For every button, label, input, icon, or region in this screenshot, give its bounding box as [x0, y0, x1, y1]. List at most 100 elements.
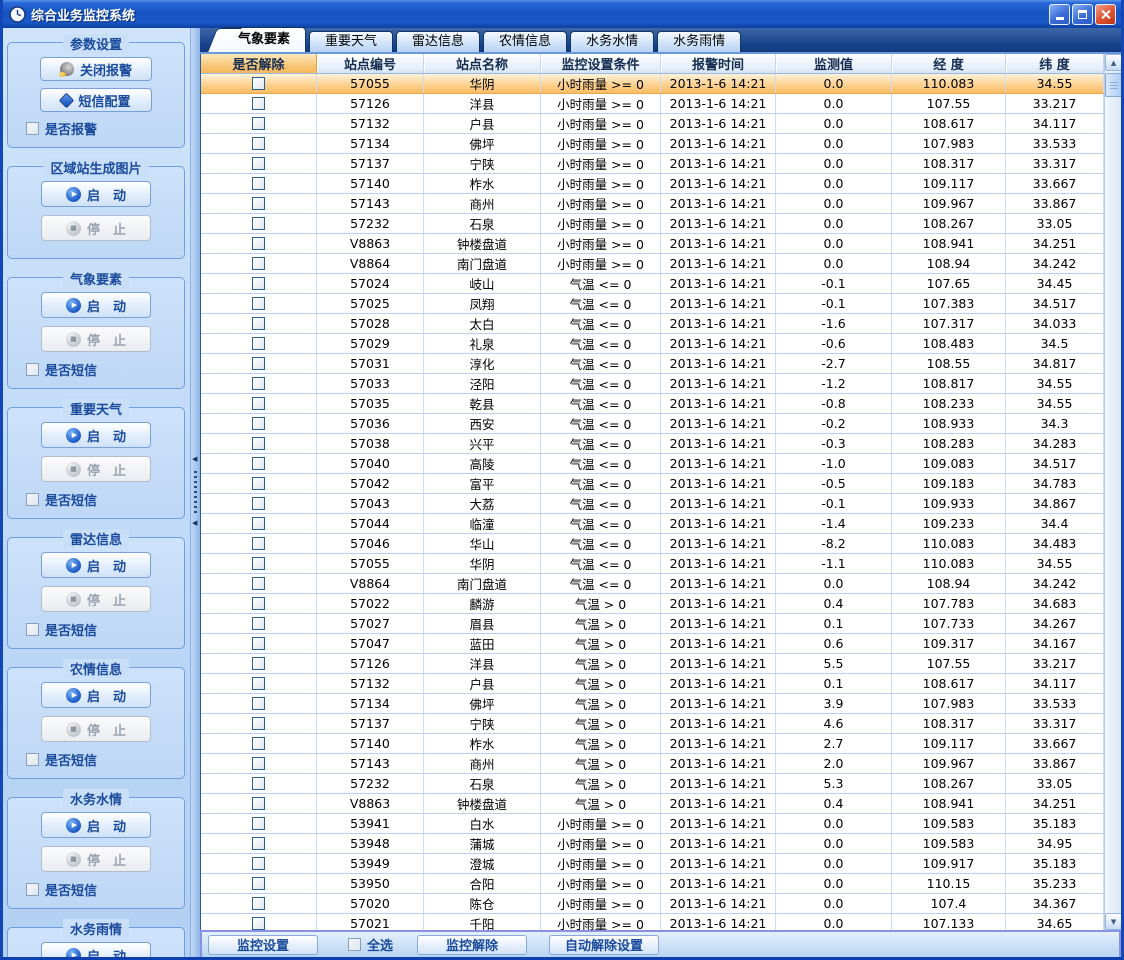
column-header[interactable]: 站点名称 — [424, 54, 541, 73]
table-row[interactable]: 57024岐山气温 <= 02013-1-6 14:21-0.1107.6534… — [201, 274, 1104, 294]
release-checkbox[interactable] — [252, 797, 265, 810]
checkbox[interactable] — [26, 883, 39, 896]
table-row[interactable]: 57025凤翔气温 <= 02013-1-6 14:21-0.1107.3833… — [201, 294, 1104, 314]
column-header[interactable]: 是否解除 — [201, 54, 317, 73]
release-checkbox[interactable] — [252, 677, 265, 690]
table-row[interactable]: 53950合阳小时雨量 >= 02013-1-6 14:210.0110.153… — [201, 874, 1104, 894]
release-checkbox[interactable] — [252, 857, 265, 870]
table-row[interactable]: 57027眉县气温 > 02013-1-6 14:210.1107.73334.… — [201, 614, 1104, 634]
table-row[interactable]: 57033泾阳气温 <= 02013-1-6 14:21-1.2108.8173… — [201, 374, 1104, 394]
tab-重要天气[interactable]: 重要天气 — [309, 31, 393, 52]
table-row[interactable]: V8863钟楼盘道小时雨量 >= 02013-1-6 14:210.0108.9… — [201, 234, 1104, 254]
table-row[interactable]: V8864南门盘道气温 <= 02013-1-6 14:210.0108.943… — [201, 574, 1104, 594]
release-checkbox[interactable] — [252, 817, 265, 830]
table-row[interactable]: 57137宁陕小时雨量 >= 02013-1-6 14:210.0108.317… — [201, 154, 1104, 174]
release-checkbox[interactable] — [252, 737, 265, 750]
release-checkbox[interactable] — [252, 277, 265, 290]
select-all-control[interactable]: 全选 — [348, 935, 393, 954]
table-row[interactable]: 57143商州小时雨量 >= 02013-1-6 14:210.0109.967… — [201, 194, 1104, 214]
start-button[interactable]: ▶启 动 — [41, 942, 151, 957]
monitor-set-button[interactable]: 监控设置 — [208, 935, 318, 955]
table-row[interactable]: 57143商州气温 > 02013-1-6 14:212.0109.96733.… — [201, 754, 1104, 774]
stop-button[interactable]: ■停 止 — [41, 846, 151, 872]
table-row[interactable]: 57046华山气温 <= 02013-1-6 14:21-8.2110.0833… — [201, 534, 1104, 554]
release-checkbox[interactable] — [252, 877, 265, 890]
release-checkbox[interactable] — [252, 197, 265, 210]
scroll-thumb[interactable] — [1105, 73, 1122, 97]
table-row[interactable]: 57232石泉小时雨量 >= 02013-1-6 14:210.0108.267… — [201, 214, 1104, 234]
sidebar-splitter[interactable]: ◀ ◀ — [191, 28, 200, 957]
table-row[interactable]: V8864南门盘道小时雨量 >= 02013-1-6 14:210.0108.9… — [201, 254, 1104, 274]
table-row[interactable]: 57126洋县小时雨量 >= 02013-1-6 14:210.0107.553… — [201, 94, 1104, 114]
table-row[interactable]: 57035乾县气温 <= 02013-1-6 14:21-0.8108.2333… — [201, 394, 1104, 414]
release-checkbox[interactable] — [252, 177, 265, 190]
table-row[interactable]: 57137宁陕气温 > 02013-1-6 14:214.6108.31733.… — [201, 714, 1104, 734]
release-checkbox[interactable] — [252, 537, 265, 550]
table-row[interactable]: 57031淳化气温 <= 02013-1-6 14:21-2.7108.5534… — [201, 354, 1104, 374]
release-checkbox[interactable] — [252, 717, 265, 730]
start-button[interactable]: ▶启 动 — [41, 812, 151, 838]
release-checkbox[interactable] — [252, 477, 265, 490]
column-header[interactable]: 经 度 — [892, 54, 1006, 73]
checkbox[interactable] — [26, 753, 39, 766]
release-checkbox[interactable] — [252, 337, 265, 350]
column-header[interactable]: 监控设置条件 — [541, 54, 661, 73]
vertical-scrollbar[interactable]: ▲ ▼ — [1104, 54, 1121, 930]
release-checkbox[interactable] — [252, 657, 265, 670]
checkbox[interactable] — [26, 623, 39, 636]
tab-气象要素[interactable]: 气象要素 — [222, 27, 306, 52]
table-row[interactable]: 57047蓝田气温 > 02013-1-6 14:210.6109.31734.… — [201, 634, 1104, 654]
release-checkbox[interactable] — [252, 897, 265, 910]
release-checkbox[interactable] — [252, 577, 265, 590]
release-checkbox[interactable] — [252, 417, 265, 430]
release-checkbox[interactable] — [252, 757, 265, 770]
release-checkbox[interactable] — [252, 357, 265, 370]
auto-release-button[interactable]: 自动解除设置 — [549, 935, 659, 955]
monitor-release-button[interactable]: 监控解除 — [417, 935, 527, 955]
table-row[interactable]: 57042富平气温 <= 02013-1-6 14:21-0.5109.1833… — [201, 474, 1104, 494]
release-checkbox[interactable] — [252, 777, 265, 790]
table-row[interactable]: 57134佛坪气温 > 02013-1-6 14:213.9107.98333.… — [201, 694, 1104, 714]
release-checkbox[interactable] — [252, 217, 265, 230]
column-header[interactable]: 纬 度 — [1006, 54, 1104, 73]
release-checkbox[interactable] — [252, 297, 265, 310]
table-row[interactable]: 57028太白气温 <= 02013-1-6 14:21-1.6107.3173… — [201, 314, 1104, 334]
release-checkbox[interactable] — [252, 637, 265, 650]
release-checkbox[interactable] — [252, 697, 265, 710]
table-row[interactable]: 57055华阴小时雨量 >= 02013-1-6 14:210.0110.083… — [201, 74, 1104, 94]
release-checkbox[interactable] — [252, 837, 265, 850]
table-row[interactable]: 57126洋县气温 > 02013-1-6 14:215.5107.5533.2… — [201, 654, 1104, 674]
release-checkbox[interactable] — [252, 157, 265, 170]
table-row[interactable]: 57040高陵气温 <= 02013-1-6 14:21-1.0109.0833… — [201, 454, 1104, 474]
tab-水务水情[interactable]: 水务水情 — [570, 31, 654, 52]
table-row[interactable]: 57020陈仓小时雨量 >= 02013-1-6 14:210.0107.434… — [201, 894, 1104, 914]
release-checkbox[interactable] — [252, 557, 265, 570]
column-header[interactable]: 报警时间 — [661, 54, 776, 73]
stop-button[interactable]: ■停 止 — [41, 716, 151, 742]
table-row[interactable]: 57038兴平气温 <= 02013-1-6 14:21-0.3108.2833… — [201, 434, 1104, 454]
button-关闭报警[interactable]: 关闭报警 — [40, 57, 152, 81]
start-button[interactable]: ▶启 动 — [41, 682, 151, 708]
release-checkbox[interactable] — [252, 597, 265, 610]
checkbox[interactable] — [26, 493, 39, 506]
splitter-handle[interactable] — [194, 471, 197, 513]
table-row[interactable]: 57134佛坪小时雨量 >= 02013-1-6 14:210.0107.983… — [201, 134, 1104, 154]
stop-button[interactable]: ■停 止 — [41, 326, 151, 352]
table-row[interactable]: 57043大荔气温 <= 02013-1-6 14:21-0.1109.9333… — [201, 494, 1104, 514]
start-button[interactable]: ▶启 动 — [41, 552, 151, 578]
table-row[interactable]: 57140柞水气温 > 02013-1-6 14:212.7109.11733.… — [201, 734, 1104, 754]
select-all-checkbox[interactable] — [348, 938, 361, 951]
table-row[interactable]: 57132户县小时雨量 >= 02013-1-6 14:210.0108.617… — [201, 114, 1104, 134]
table-row[interactable]: 57021千阳小时雨量 >= 02013-1-6 14:210.0107.133… — [201, 914, 1104, 930]
table-row[interactable]: 57036西安气温 <= 02013-1-6 14:21-0.2108.9333… — [201, 414, 1104, 434]
scroll-down-button[interactable]: ▼ — [1105, 913, 1122, 930]
tab-水务雨情[interactable]: 水务雨情 — [657, 31, 741, 52]
scroll-up-button[interactable]: ▲ — [1105, 54, 1122, 71]
release-checkbox[interactable] — [252, 237, 265, 250]
table-row[interactable]: 57132户县气温 > 02013-1-6 14:210.1108.61734.… — [201, 674, 1104, 694]
release-checkbox[interactable] — [252, 917, 265, 930]
table-row[interactable]: 53948蒲城小时雨量 >= 02013-1-6 14:210.0109.583… — [201, 834, 1104, 854]
start-button[interactable]: ▶启 动 — [41, 292, 151, 318]
release-checkbox[interactable] — [252, 397, 265, 410]
stop-button[interactable]: ■停 止 — [41, 456, 151, 482]
